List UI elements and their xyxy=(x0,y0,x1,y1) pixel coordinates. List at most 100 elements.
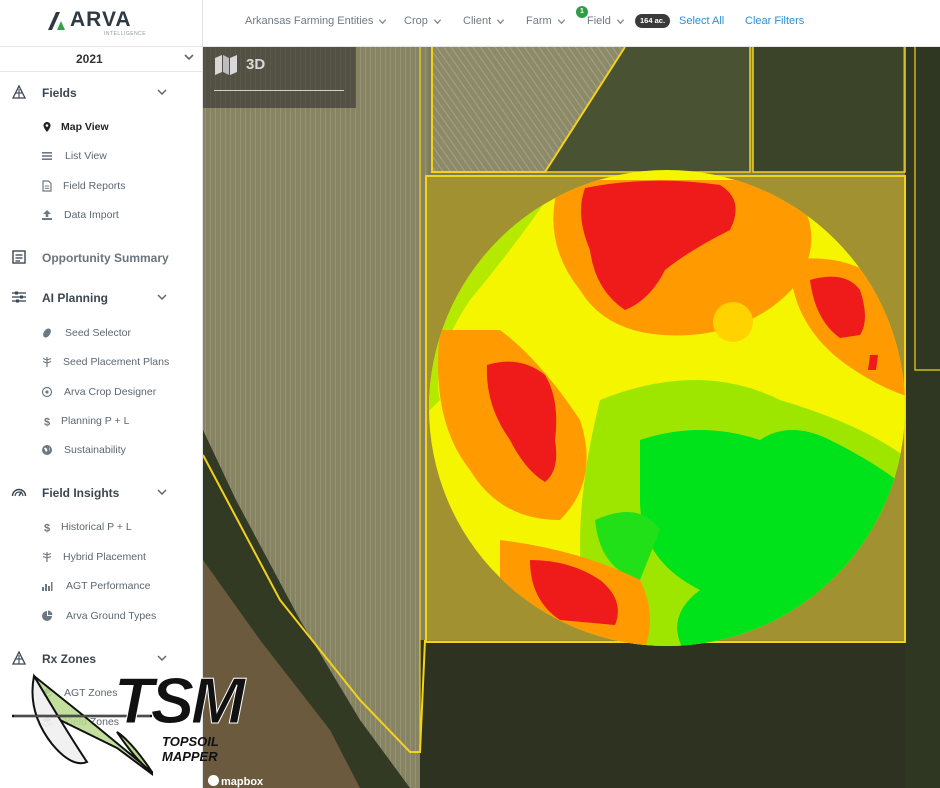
sidebar-item-label: Data Import xyxy=(64,209,119,221)
filter-label: Farm xyxy=(526,15,552,27)
sidebar-section-ai-planning[interactable]: AI Planning xyxy=(0,288,202,308)
brand-name: ARVA xyxy=(70,8,132,31)
view-3d-button[interactable]: 3D xyxy=(246,56,265,73)
sidebar-item-label: Planning P + L xyxy=(61,415,130,427)
chevron-down-icon xyxy=(433,18,441,24)
mapbox-attribution: mapbox xyxy=(208,775,263,788)
sidebar-item-field-reports[interactable]: Field Reports xyxy=(0,177,202,195)
filter-crop-dropdown[interactable]: Crop xyxy=(404,15,442,27)
year-selector[interactable]: 2021 xyxy=(0,46,202,72)
plant-icon xyxy=(42,552,52,562)
dollar-icon: $ xyxy=(44,417,50,428)
toggle-divider xyxy=(214,90,344,91)
sidebar-item-hybrid-placement[interactable]: Hybrid Placement xyxy=(0,548,202,566)
sidebar-item-label: Historical P + L xyxy=(61,521,132,533)
sidebar-item-list-view[interactable]: List View xyxy=(0,147,202,165)
sidebar-section-field-insights[interactable]: Field Insights xyxy=(0,483,202,503)
map-canvas[interactable] xyxy=(203,47,940,788)
field-icon xyxy=(11,650,27,665)
filter-farm-dropdown[interactable]: Farm xyxy=(526,15,566,27)
sidebar-section-label: Field Insights xyxy=(42,486,120,500)
satellite-map[interactable] xyxy=(203,47,940,788)
chevron-down-icon xyxy=(497,18,505,24)
svg-text:$: $ xyxy=(44,523,50,534)
sidebar-item-label: Seed Placement Plans xyxy=(63,356,170,368)
sidebar-item-map-view[interactable]: Map View xyxy=(0,118,202,136)
mapbox-label: mapbox xyxy=(221,776,264,788)
topsoil-mapper-watermark: TSM TOPSOIL MAPPER xyxy=(12,664,277,776)
arva-logo[interactable]: ARVA INTELLIGENCE xyxy=(48,8,148,37)
map-forest-east xyxy=(905,47,940,788)
sidebar-item-arva-crop-designer[interactable]: Arva Crop Designer xyxy=(0,383,202,401)
field-icon xyxy=(11,84,27,99)
chevron-down-icon[interactable] xyxy=(156,486,168,498)
svg-text:$: $ xyxy=(44,417,50,428)
arva-logo-icon xyxy=(48,12,65,30)
select-all-link[interactable]: Select All xyxy=(679,15,724,27)
sidebar-item-arva-ground-types[interactable]: Arva Ground Types xyxy=(0,607,202,625)
sidebar-section-fields[interactable]: Fields xyxy=(0,83,202,103)
list-icon xyxy=(42,152,52,160)
sidebar-item-planning-pl[interactable]: $ Planning P + L xyxy=(0,412,202,430)
sidebar-item-label: AGT Performance xyxy=(66,580,151,592)
sidebar-item-agt-performance[interactable]: AGT Performance xyxy=(0,577,202,595)
upload-icon xyxy=(42,210,52,220)
filter-bar: Arkansas Farming Entities Crop Client Fa… xyxy=(203,0,940,47)
sidebar-item-label: Seed Selector xyxy=(65,327,131,339)
acres-badge: 164 ac. xyxy=(635,14,671,28)
brand-tagline: INTELLIGENCE xyxy=(104,31,147,37)
field-selected-count-badge: 1 xyxy=(576,6,588,18)
chevron-down-icon[interactable] xyxy=(156,86,168,98)
sidebar-item-label: Hybrid Placement xyxy=(63,551,146,563)
plant-icon xyxy=(42,357,52,367)
sidebar-item-historical-pl[interactable]: $ Historical P + L xyxy=(0,518,202,536)
chevron-down-icon xyxy=(616,18,624,24)
map-field-northeast xyxy=(753,47,903,172)
sidebar-item-seed-selector[interactable]: Seed Selector xyxy=(0,324,202,342)
target-icon xyxy=(41,386,53,398)
map-icon[interactable] xyxy=(214,54,238,76)
sidebar-section-label: Fields xyxy=(42,86,77,100)
pie-icon xyxy=(42,610,53,621)
filter-label: Arkansas Farming Entities xyxy=(245,15,374,27)
filter-label: Field xyxy=(587,15,611,27)
sliders-icon xyxy=(12,291,26,303)
tsm-subtitle: TOPSOIL MAPPER xyxy=(162,734,219,764)
filter-field-dropdown[interactable]: Field xyxy=(587,15,625,27)
sidebar-item-data-import[interactable]: Data Import xyxy=(0,206,202,224)
dollar-icon: $ xyxy=(44,523,50,534)
clear-filters-link[interactable]: Clear Filters xyxy=(745,15,804,27)
gauge-icon xyxy=(11,488,27,497)
filter-entities-dropdown[interactable]: Arkansas Farming Entities xyxy=(245,15,387,27)
seed-icon xyxy=(43,328,51,338)
year-value: 2021 xyxy=(76,52,103,66)
filter-label: Client xyxy=(463,15,492,27)
sidebar-section-label: Rx Zones xyxy=(42,652,97,666)
map-view-toggle[interactable]: 3D xyxy=(203,47,356,108)
sidebar-item-label: Sustainability xyxy=(64,444,126,456)
sidebar-item-seed-placement-plans[interactable]: Seed Placement Plans xyxy=(0,353,202,371)
sidebar-item-sustainability[interactable]: Sustainability xyxy=(0,441,202,459)
tsm-title: TSM xyxy=(113,664,245,738)
chevron-down-icon xyxy=(557,18,565,24)
filter-label: Crop xyxy=(404,15,428,27)
sidebar-item-label: Arva Crop Designer xyxy=(64,386,157,398)
summary-icon xyxy=(12,250,26,264)
sidebar-item-label: Field Reports xyxy=(63,180,126,192)
globe-icon xyxy=(42,445,52,455)
mapbox-logo-icon xyxy=(208,775,219,786)
map-pin-icon xyxy=(43,122,51,132)
sidebar-item-label: List View xyxy=(65,150,107,162)
bar-chart-icon xyxy=(42,582,53,591)
chevron-down-icon[interactable] xyxy=(156,291,168,303)
sidebar-section-label: Opportunity Summary xyxy=(42,251,169,265)
filter-client-dropdown[interactable]: Client xyxy=(463,15,505,27)
map-forest-south xyxy=(420,640,940,788)
report-icon xyxy=(42,180,52,192)
chevron-down-icon xyxy=(379,18,387,24)
sidebar-section-opportunity-summary[interactable]: Opportunity Summary xyxy=(0,248,202,268)
sidebar-item-label: Arva Ground Types xyxy=(66,610,157,622)
sidebar-section-label: AI Planning xyxy=(42,291,108,305)
chevron-down-icon xyxy=(184,54,194,61)
sidebar-item-label: Map View xyxy=(61,121,109,133)
